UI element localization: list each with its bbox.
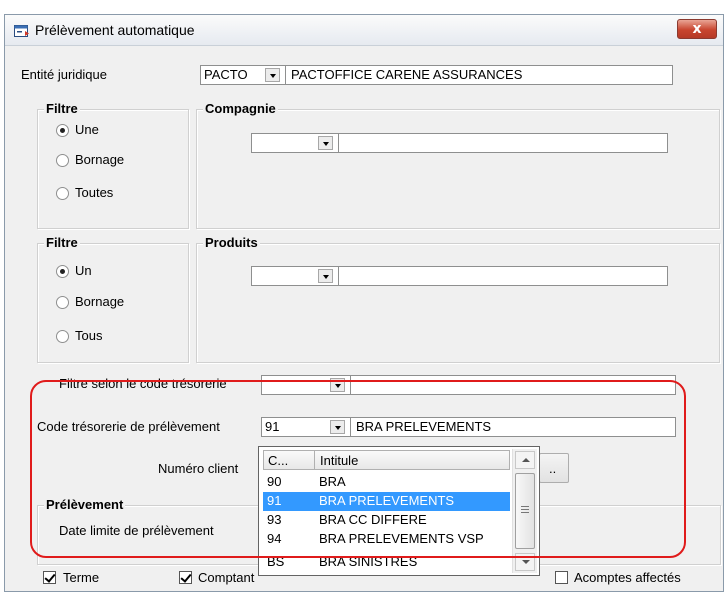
produits-name-field: [338, 266, 668, 286]
filtre-tresorerie-label: Filtre selon le code trésorerie: [59, 376, 227, 391]
entite-name-field: PACTOFFICE CARENE ASSURANCES: [285, 65, 673, 85]
dropdown-row[interactable]: 94 BRA PRELEVEMENTS VSP: [263, 530, 510, 549]
radio-toutes-label: Toutes: [75, 185, 114, 200]
checkbox-comptant[interactable]: [179, 571, 192, 584]
compagnie-group: Compagnie: [196, 101, 720, 229]
radio-bornage-1[interactable]: [56, 154, 69, 167]
chevron-down-icon[interactable]: [330, 378, 345, 392]
chevron-down-icon[interactable]: [318, 136, 333, 150]
filtre-1-title: Filtre: [44, 101, 80, 116]
radio-bornage-2[interactable]: [56, 296, 69, 309]
row-code: 93: [267, 512, 282, 527]
column-header-code[interactable]: C...: [268, 453, 288, 468]
dropdown-header: C... Intitule: [263, 450, 510, 470]
radio-une-label: Une: [75, 122, 99, 137]
produits-title: Produits: [203, 235, 260, 250]
compagnie-title: Compagnie: [203, 101, 278, 116]
row-label: BRA: [319, 474, 346, 489]
row-label: BRA PRELEVEMENTS VSP: [319, 531, 484, 546]
produits-group: Produits: [196, 235, 720, 363]
entite-code-value: PACTO: [204, 67, 248, 82]
chevron-down-icon[interactable]: [265, 68, 280, 82]
checkbox-acomptes[interactable]: [555, 571, 568, 584]
entite-name-value: PACTOFFICE CARENE ASSURANCES: [291, 67, 523, 82]
row-code: BS: [267, 554, 285, 569]
code-tresorerie-dropdown[interactable]: C... Intitule 90 BRA 91 BRA PRELEVEMENTS…: [258, 446, 540, 576]
row-label: BRA CC DIFFERE: [319, 512, 427, 527]
produits-code-combo[interactable]: [251, 266, 339, 286]
row-code: 94: [267, 531, 282, 546]
row-code: 90: [267, 474, 282, 489]
checkbox-acomptes-label: Acomptes affectés: [574, 570, 681, 585]
dropdown-row[interactable]: 90 BRA: [263, 473, 510, 492]
code-tresorerie-label: Code trésorerie de prélèvement: [37, 419, 220, 434]
radio-une[interactable]: [56, 124, 69, 137]
radio-bornage-1-label: Bornage: [75, 152, 125, 167]
filtre-tresorerie-name-field: [350, 375, 676, 395]
compagnie-name-field: [338, 133, 668, 153]
app-icon: [14, 25, 29, 37]
row-label: BRA PRELEVEMENTS: [319, 493, 455, 508]
dropdown-row-selected[interactable]: 91 BRA PRELEVEMENTS: [263, 492, 510, 511]
radio-bornage-2-label: Bornage: [75, 294, 125, 309]
checkbox-terme[interactable]: [43, 571, 56, 584]
dropdown-row[interactable]: BS BRA SINISTRES: [263, 553, 510, 572]
title-bar: Prélèvement automatique x: [5, 15, 723, 46]
close-icon: x: [692, 21, 702, 37]
grip-line: [521, 506, 529, 507]
window-title: Prélèvement automatique: [35, 22, 195, 38]
radio-un-label: Un: [75, 263, 92, 278]
scroll-up-icon[interactable]: [515, 451, 535, 469]
chevron-down-icon[interactable]: [318, 269, 333, 283]
dropdown-scrollbar[interactable]: [512, 449, 537, 573]
radio-un[interactable]: [56, 265, 69, 278]
dropdown-row[interactable]: 93 BRA CC DIFFERE: [263, 511, 510, 530]
filtre-2-title: Filtre: [44, 235, 80, 250]
column-divider: [314, 451, 315, 469]
browse-button[interactable]: ..: [539, 453, 569, 483]
code-tresorerie-combo[interactable]: 91: [261, 417, 351, 437]
entite-code-combo[interactable]: PACTO: [200, 65, 286, 85]
code-tresorerie-name-field: BRA PRELEVEMENTS: [350, 417, 676, 437]
row-code: 91: [267, 493, 282, 508]
scrollbar-thumb[interactable]: [515, 473, 535, 549]
row-label: BRA SINISTRES: [319, 554, 418, 569]
radio-tous[interactable]: [56, 330, 69, 343]
radio-toutes[interactable]: [56, 187, 69, 200]
checkbox-terme-label: Terme: [63, 570, 100, 585]
numero-client-label: Numéro client: [158, 461, 239, 476]
close-button[interactable]: x: [677, 19, 717, 39]
grip-line: [521, 512, 529, 513]
scroll-down-icon[interactable]: [515, 553, 535, 571]
checkbox-comptant-label: Comptant: [198, 570, 255, 585]
prelevement-title: Prélèvement: [44, 497, 126, 512]
grip-line: [521, 509, 529, 510]
date-limite-label: Date limite de prélèvement: [59, 523, 214, 538]
radio-tous-label: Tous: [75, 328, 103, 343]
column-header-intitule[interactable]: Intitule: [320, 453, 358, 468]
chevron-down-icon[interactable]: [330, 420, 345, 434]
browse-button-label: ..: [549, 461, 557, 476]
compagnie-code-combo[interactable]: [251, 133, 339, 153]
entite-label: Entité juridique: [21, 67, 107, 82]
code-tresorerie-name-value: BRA PRELEVEMENTS: [356, 419, 492, 434]
code-tresorerie-value: 91: [265, 419, 280, 434]
filtre-tresorerie-combo[interactable]: [261, 375, 351, 395]
